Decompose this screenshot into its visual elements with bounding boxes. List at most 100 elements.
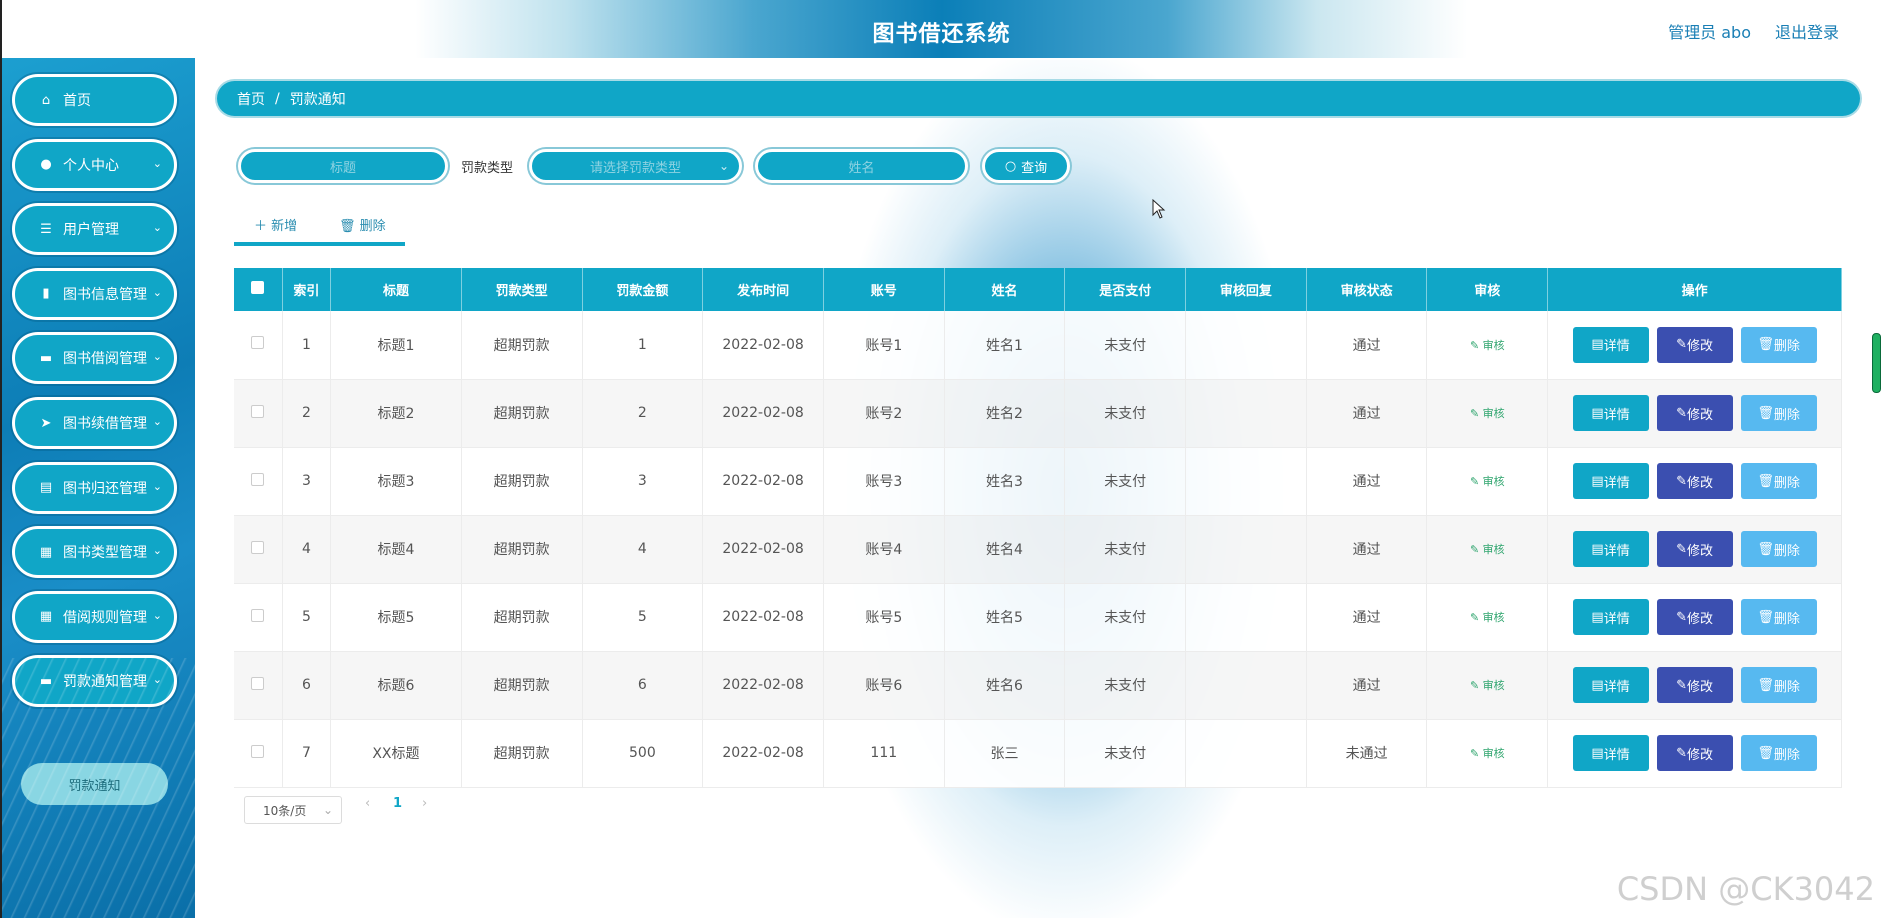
sidebar-item-6[interactable]: ▤ 图书归还管理 ⌄ (12, 461, 177, 514)
detail-button[interactable]: ▤ 详情 (1572, 735, 1649, 771)
cell-status: 通过 (1306, 447, 1428, 516)
audit-link[interactable]: ✎ 审核 (1470, 611, 1505, 624)
row-select-cell (234, 311, 283, 380)
pen-icon: ✎ (1676, 473, 1688, 489)
delete-button[interactable]: 🗑 删除 (1740, 395, 1817, 431)
delete-button[interactable]: 🗑 删除 (1740, 599, 1817, 635)
document-icon: ▤ (1591, 745, 1604, 761)
select-all-checkbox[interactable] (251, 281, 265, 294)
cell-name: 姓名2 (944, 379, 1066, 448)
detail-button[interactable]: ▤ 详情 (1572, 667, 1649, 703)
delete-button[interactable]: 🗑 删除 (1740, 667, 1817, 703)
audit-link[interactable]: ✎ 审核 (1470, 543, 1505, 556)
row-checkbox[interactable] (251, 336, 265, 350)
column-header: 罚款金额 (582, 268, 704, 311)
row-checkbox[interactable] (251, 676, 265, 690)
cell-account: 111 (823, 719, 945, 788)
cell-title: 标题4 (330, 515, 462, 584)
detail-button[interactable]: ▤ 详情 (1572, 463, 1649, 499)
cell-idx: 1 (282, 311, 332, 380)
document-icon: ▤ (1591, 677, 1604, 693)
delete-button[interactable]: 🗑 删除 (1740, 531, 1817, 567)
sidebar-item-1[interactable]: ● 个人中心 ⌄ (12, 138, 177, 191)
fine-type-select[interactable]: 请选择罚款类型 ⌄ (529, 149, 742, 183)
title-search-input[interactable]: 标题 (238, 149, 448, 183)
cell-paid: 未支付 (1064, 583, 1187, 652)
cell-paid: 未支付 (1064, 311, 1187, 380)
column-header: 审核 (1426, 268, 1549, 311)
sidebar-item-8[interactable]: ▦ 借阅规则管理 ⌄ (12, 590, 177, 643)
audit-link[interactable]: ✎ 审核 (1470, 679, 1505, 692)
cell-audit: ✎ 审核 (1426, 447, 1549, 516)
name-search-input[interactable]: 姓名 (755, 149, 968, 183)
row-checkbox[interactable] (251, 608, 265, 622)
cell-status: 通过 (1306, 515, 1428, 584)
detail-button[interactable]: ▤ 详情 (1572, 599, 1649, 635)
sidebar-item-5[interactable]: ➤ 图书续借管理 ⌄ (12, 397, 177, 449)
edit-button[interactable]: ✎ 修改 (1656, 463, 1733, 499)
detail-button[interactable]: ▤ 详情 (1572, 395, 1649, 431)
row-checkbox[interactable] (251, 744, 265, 758)
batch-delete-button[interactable]: 🗑 删除 (339, 215, 386, 234)
detail-button[interactable]: ▤ 详情 (1572, 531, 1649, 567)
cell-paid: 未支付 (1064, 447, 1187, 516)
cell-name: 姓名5 (944, 583, 1066, 652)
edit-button[interactable]: ✎ 修改 (1656, 395, 1733, 431)
delete-label: 删除 (1773, 747, 1800, 763)
add-button[interactable]: ＋ 新增 (254, 215, 297, 234)
edit-button[interactable]: ✎ 修改 (1656, 531, 1733, 567)
sidebar-item-3[interactable]: ▮ 图书信息管理 ⌄ (12, 267, 177, 320)
page-number-current[interactable]: 1 (393, 796, 402, 811)
sidebar-item-2[interactable]: ☰ 用户管理 ⌄ (12, 203, 177, 256)
delete-button[interactable]: 🗑 删除 (1740, 463, 1817, 499)
audit-link[interactable]: ✎ 审核 (1470, 475, 1505, 488)
audit-label: 审核 (1482, 679, 1505, 692)
audit-link[interactable]: ✎ 审核 (1470, 339, 1505, 352)
edit-label: 修改 (1687, 543, 1714, 559)
row-checkbox[interactable] (251, 540, 265, 554)
select-all-cell (234, 268, 283, 311)
edit-button[interactable]: ✎ 修改 (1656, 735, 1733, 771)
fine-type-placeholder: 请选择罚款类型 (589, 160, 681, 176)
audit-link[interactable]: ✎ 审核 (1470, 407, 1505, 420)
edit-button[interactable]: ✎ 修改 (1656, 667, 1733, 703)
cell-amount: 3 (582, 447, 704, 516)
chevron-down-icon: ⌄ (152, 673, 162, 687)
sidebar-submenu-fine-notice[interactable]: 罚款通知 (21, 763, 168, 805)
detail-label: 详情 (1603, 475, 1630, 491)
column-header: 审核状态 (1306, 268, 1428, 311)
prev-page-button[interactable]: ‹ (365, 796, 370, 811)
cell-title: 标题6 (330, 651, 462, 720)
logout-link[interactable]: 退出登录 (1775, 19, 1839, 43)
edit-button[interactable]: ✎ 修改 (1656, 326, 1733, 363)
scrollbar-thumb[interactable] (1872, 333, 1881, 393)
detail-label: 详情 (1603, 679, 1630, 695)
sidebar-item-7[interactable]: ▦ 图书类型管理 ⌄ (12, 526, 177, 579)
chevron-down-icon: ⌄ (152, 544, 162, 558)
chevron-down-icon: ⌄ (152, 608, 162, 622)
cell-audit: ✎ 审核 (1426, 379, 1549, 448)
pen-icon: ✎ (1469, 679, 1483, 692)
detail-button[interactable]: ▤ 详情 (1572, 326, 1649, 363)
column-header: 审核回复 (1185, 268, 1307, 311)
chevron-down-icon: ⌄ (152, 350, 162, 364)
cell-idx: 6 (282, 651, 332, 720)
row-checkbox[interactable] (251, 404, 265, 418)
delete-button[interactable]: 🗑 删除 (1740, 735, 1817, 771)
cell-operations: ▤ 详情 ✎ 修改 🗑 删除 (1547, 447, 1842, 516)
sidebar-item-4[interactable]: ▬ 图书借阅管理 ⌄ (12, 332, 177, 385)
detail-label: 详情 (1603, 611, 1630, 627)
cell-idx: 4 (282, 515, 332, 584)
edit-label: 修改 (1687, 475, 1714, 491)
breadcrumb-home[interactable]: 首页 (237, 89, 265, 109)
row-checkbox[interactable] (251, 472, 265, 486)
page-size-select[interactable]: 10条/页 ⌄ (244, 796, 342, 824)
delete-button[interactable]: 🗑 删除 (1740, 326, 1817, 363)
next-page-button[interactable]: › (422, 796, 427, 811)
audit-link[interactable]: ✎ 审核 (1470, 747, 1505, 760)
sidebar-item-9[interactable]: ▬ 罚款通知管理 ⌄ (12, 655, 177, 708)
edit-button[interactable]: ✎ 修改 (1656, 599, 1733, 635)
cell-idx: 2 (282, 379, 332, 448)
sidebar-item-0[interactable]: ⌂ 首页 (12, 74, 177, 126)
search-button[interactable]: ○ 查询 (982, 149, 1070, 183)
